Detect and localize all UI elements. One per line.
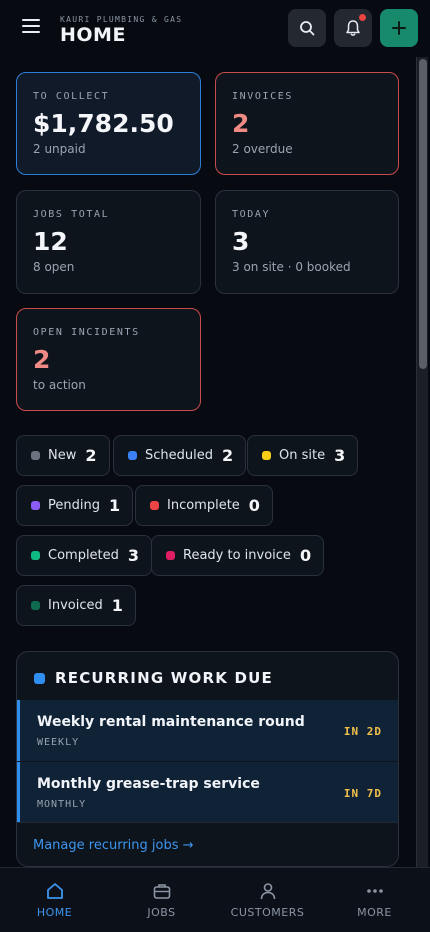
recurring-work-panel: RECURRING WORK DUE Weekly rental mainten… bbox=[16, 651, 399, 867]
status-dot bbox=[262, 451, 271, 460]
notifications-button[interactable] bbox=[334, 9, 372, 47]
jobs-total-card[interactable]: JOBS TOTAL 12 8 open bbox=[16, 190, 201, 294]
add-button[interactable] bbox=[380, 9, 418, 47]
nav-customers[interactable]: CUSTOMERS bbox=[214, 868, 321, 932]
invoices-card[interactable]: INVOICES 2 2 overdue bbox=[215, 72, 399, 175]
status-chip-incomplete[interactable]: Incomplete 0 bbox=[135, 485, 273, 526]
app-header: KAURI PLUMBING & GAS HOME bbox=[0, 0, 430, 57]
status-count: 2 bbox=[85, 446, 97, 465]
card-subtext: to action bbox=[33, 378, 86, 392]
status-chip-invoiced[interactable]: Invoiced 1 bbox=[16, 585, 136, 626]
card-subtext: 2 unpaid bbox=[33, 142, 86, 156]
nav-label: CUSTOMERS bbox=[230, 906, 305, 919]
status-count: 3 bbox=[334, 446, 346, 465]
status-dot bbox=[166, 551, 175, 560]
nav-jobs[interactable]: JOBS bbox=[108, 868, 215, 932]
status-dot bbox=[31, 551, 40, 560]
status-dot bbox=[31, 451, 40, 460]
status-dot bbox=[150, 501, 159, 510]
card-value: 2 bbox=[33, 345, 51, 374]
status-count: 1 bbox=[108, 496, 121, 515]
manage-recurring-link[interactable]: Manage recurring jobs → bbox=[33, 838, 194, 853]
nav-label: MORE bbox=[357, 906, 392, 919]
status-chip-on-site[interactable]: On site 3 bbox=[247, 435, 359, 476]
plus-icon bbox=[392, 21, 406, 35]
status-label: Invoiced bbox=[48, 598, 103, 613]
status-count: 2 bbox=[222, 446, 234, 465]
dashboard-content[interactable]: TO COLLECT $1,782.50 2 unpaid INVOICES 2… bbox=[0, 57, 430, 867]
card-label: INVOICES bbox=[232, 91, 293, 102]
status-count: 0 bbox=[299, 546, 312, 565]
status-label: Scheduled bbox=[145, 448, 213, 463]
scrollbar-thumb[interactable] bbox=[419, 59, 427, 369]
status-label: Ready to invoice bbox=[183, 548, 291, 563]
page-title: HOME bbox=[60, 24, 126, 46]
today-card[interactable]: TODAY 3 3 on site · 0 booked bbox=[215, 190, 399, 294]
recurring-item-name: Monthly grease-trap service bbox=[37, 776, 260, 792]
card-label: JOBS TOTAL bbox=[33, 209, 110, 220]
status-label: New bbox=[48, 448, 77, 463]
menu-icon[interactable] bbox=[22, 19, 42, 37]
company-name: KAURI PLUMBING & GAS bbox=[60, 15, 183, 24]
recurring-title: RECURRING WORK DUE bbox=[55, 669, 273, 687]
status-count: 0 bbox=[248, 496, 260, 515]
recurring-item-frequency: MONTHLY bbox=[37, 799, 87, 810]
status-count: 3 bbox=[127, 546, 140, 565]
recurring-item-due: IN 7D bbox=[343, 787, 382, 800]
status-label: Pending bbox=[48, 498, 100, 513]
recurring-header: RECURRING WORK DUE bbox=[34, 669, 273, 687]
search-button[interactable] bbox=[288, 9, 326, 47]
user-icon bbox=[260, 883, 275, 900]
status-dot bbox=[31, 601, 40, 610]
divider bbox=[17, 822, 398, 823]
status-chip-pending[interactable]: Pending 1 bbox=[16, 485, 134, 526]
section-marker-icon bbox=[34, 672, 45, 684]
status-chip-ready-to-invoice[interactable]: Ready to invoice 0 bbox=[151, 535, 325, 576]
notification-badge bbox=[359, 14, 366, 21]
nav-home[interactable]: HOME bbox=[1, 868, 108, 932]
bottom-nav: HOME JOBS CUSTOMERS MORE bbox=[0, 867, 430, 932]
status-label: Completed bbox=[48, 548, 119, 563]
open-incidents-card[interactable]: OPEN INCIDENTS 2 to action bbox=[16, 308, 201, 411]
status-dot bbox=[31, 501, 40, 510]
more-icon bbox=[366, 889, 383, 893]
status-chip-completed[interactable]: Completed 3 bbox=[16, 535, 153, 576]
status-label: Incomplete bbox=[167, 498, 240, 513]
status-label: On site bbox=[279, 448, 326, 463]
briefcase-icon bbox=[153, 884, 170, 899]
nav-label: HOME bbox=[36, 906, 73, 919]
status-dot bbox=[128, 451, 137, 460]
status-count: 1 bbox=[111, 596, 123, 615]
status-chip-new[interactable]: New 2 bbox=[16, 435, 110, 476]
bell-icon bbox=[346, 20, 360, 36]
recurring-item-frequency: WEEKLY bbox=[37, 737, 80, 748]
status-chip-scheduled[interactable]: Scheduled 2 bbox=[113, 435, 247, 476]
to-collect-card[interactable]: TO COLLECT $1,782.50 2 unpaid bbox=[16, 72, 201, 175]
home-icon bbox=[46, 883, 63, 899]
card-label: TO COLLECT bbox=[33, 91, 110, 102]
card-subtext: 2 overdue bbox=[232, 142, 293, 156]
card-value: 12 bbox=[33, 227, 68, 256]
card-subtext: 3 on site · 0 booked bbox=[232, 260, 351, 274]
card-value: 3 bbox=[232, 227, 250, 256]
card-value: 2 bbox=[232, 109, 250, 138]
card-value: $1,782.50 bbox=[33, 109, 174, 138]
recurring-item-name: Weekly rental maintenance round bbox=[37, 714, 305, 730]
card-subtext: 8 open bbox=[33, 260, 75, 274]
nav-label: JOBS bbox=[147, 906, 176, 919]
search-icon bbox=[300, 21, 315, 36]
nav-more[interactable]: MORE bbox=[321, 868, 428, 932]
recurring-item-due: IN 2D bbox=[343, 725, 382, 738]
card-label: OPEN INCIDENTS bbox=[33, 327, 140, 338]
recurring-item[interactable]: Weekly rental maintenance round WEEKLY I… bbox=[17, 700, 398, 761]
card-label: TODAY bbox=[232, 209, 271, 220]
recurring-item[interactable]: Monthly grease-trap service MONTHLY IN 7… bbox=[17, 762, 398, 823]
